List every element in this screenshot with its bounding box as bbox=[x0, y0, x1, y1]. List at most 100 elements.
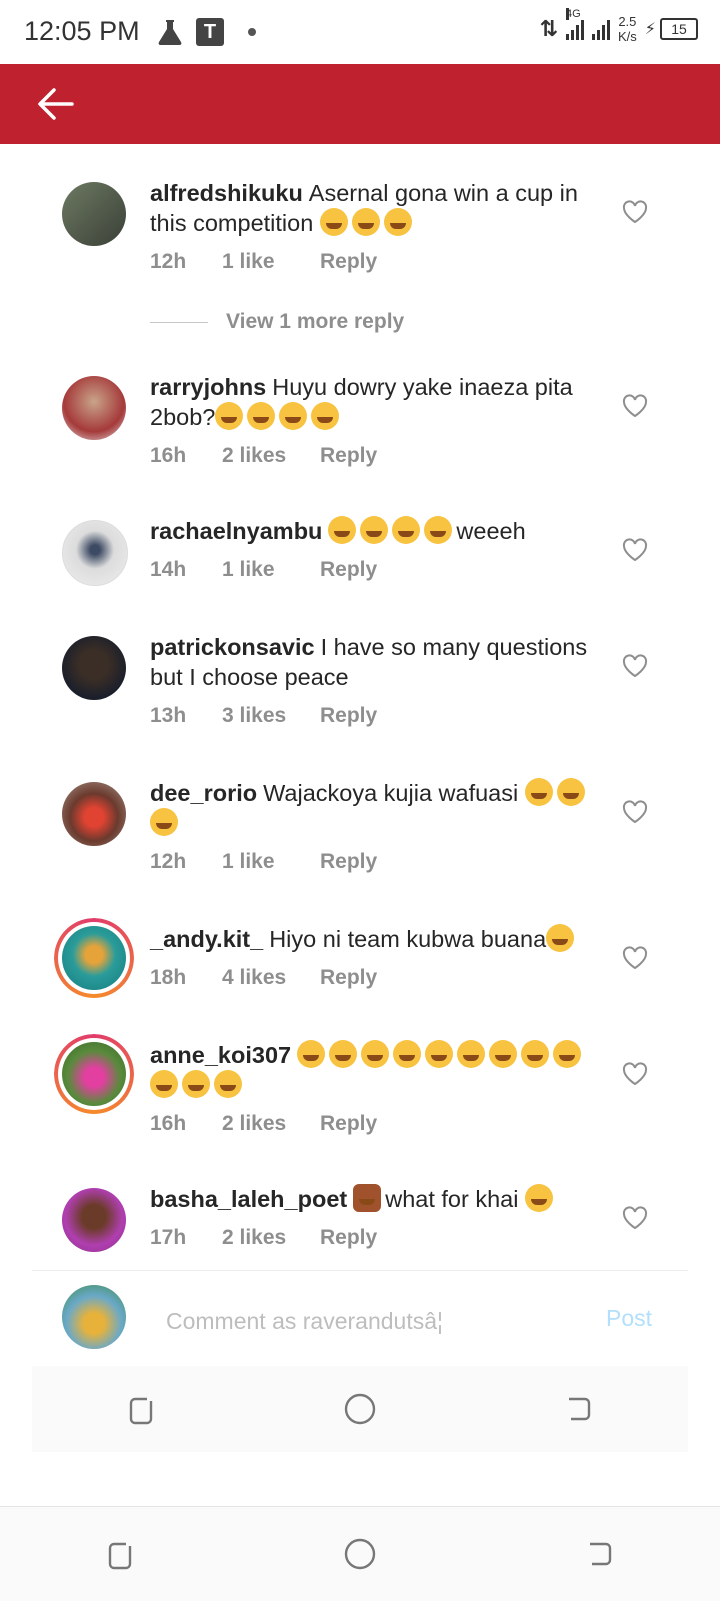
laughing-emoji-icon bbox=[328, 516, 357, 544]
reply-button[interactable]: Reply bbox=[320, 444, 377, 468]
avatar[interactable] bbox=[54, 1034, 134, 1114]
heart-icon[interactable] bbox=[622, 946, 648, 970]
heart-icon[interactable] bbox=[622, 800, 648, 824]
comment-body: _andy.kit_ Hiyo ni team kubwa buana bbox=[150, 924, 600, 954]
laughing-emoji-icon bbox=[351, 208, 380, 236]
reply-button[interactable]: Reply bbox=[320, 1226, 377, 1250]
network-type: 4G bbox=[565, 8, 581, 20]
laughing-emoji-icon bbox=[360, 516, 389, 544]
reply-button[interactable]: Reply bbox=[320, 1112, 377, 1136]
avatar[interactable] bbox=[62, 782, 126, 846]
comment-time: 16h bbox=[150, 1112, 187, 1135]
laughing-emoji-icon bbox=[182, 1070, 210, 1098]
comment-likes[interactable]: 2 likes bbox=[222, 1112, 320, 1136]
person-gesturing-emoji-icon bbox=[353, 1184, 382, 1212]
comment-username[interactable]: dee_rorio bbox=[150, 780, 257, 806]
home-nav-icon[interactable] bbox=[340, 1389, 380, 1429]
comment-likes[interactable]: 4 likes bbox=[222, 966, 320, 990]
heart-icon[interactable] bbox=[622, 1062, 648, 1086]
back-nav-icon[interactable] bbox=[580, 1534, 620, 1574]
heart-icon[interactable] bbox=[622, 654, 648, 678]
comment-likes[interactable]: 1 like bbox=[222, 558, 320, 582]
comment-time: 16h bbox=[150, 444, 187, 467]
comment-likes[interactable]: 3 likes bbox=[222, 704, 320, 728]
comment-meta: 12h 1 like Reply bbox=[150, 850, 377, 874]
comment-input[interactable] bbox=[164, 1303, 568, 1339]
view-more-replies[interactable]: View 1 more reply bbox=[150, 310, 404, 334]
laughing-emoji-icon bbox=[524, 778, 553, 806]
back-nav-icon[interactable] bbox=[559, 1389, 599, 1429]
heart-icon[interactable] bbox=[622, 538, 648, 562]
t-app-icon: T bbox=[196, 18, 224, 46]
heart-icon[interactable] bbox=[622, 1206, 648, 1230]
avatar[interactable] bbox=[62, 182, 126, 246]
avatar[interactable] bbox=[62, 376, 126, 440]
reply-button[interactable]: Reply bbox=[320, 250, 377, 274]
comment-username[interactable]: rarryjohns bbox=[150, 374, 266, 400]
comment-text: what for khai bbox=[385, 1186, 519, 1212]
comment-username[interactable]: patrickonsavic bbox=[150, 634, 315, 660]
comment-meta: 12h 1 like Reply bbox=[150, 250, 377, 274]
reply-button[interactable]: Reply bbox=[320, 704, 377, 728]
avatar[interactable] bbox=[62, 636, 126, 700]
status-bar: 12:05 PM T ⇅ 4G 2.5 K/s ⚡ 15 bbox=[0, 0, 720, 64]
avatar[interactable] bbox=[62, 520, 128, 586]
laughing-emoji-icon bbox=[424, 516, 453, 544]
network-speed: 2.5 K/s bbox=[617, 14, 637, 44]
comment-time: 18h bbox=[150, 966, 187, 989]
reply-button[interactable]: Reply bbox=[320, 966, 377, 990]
comment-composer: Post bbox=[32, 1270, 688, 1367]
comment-text: Hiyo ni team kubwa buana bbox=[269, 926, 547, 952]
laughing-emoji-icon bbox=[297, 1040, 326, 1068]
comment-body: patrickonsavic I have so many questions b… bbox=[150, 632, 600, 692]
heart-icon[interactable] bbox=[622, 200, 648, 224]
laughing-emoji-icon bbox=[489, 1040, 518, 1068]
laughing-emoji-icon bbox=[392, 516, 421, 544]
status-time: 12:05 PM bbox=[24, 16, 140, 46]
laughing-emoji-icon bbox=[556, 778, 585, 806]
home-nav-icon[interactable] bbox=[340, 1534, 380, 1574]
arrow-left-icon[interactable] bbox=[36, 86, 76, 122]
comment-likes[interactable]: 2 likes bbox=[222, 444, 320, 468]
avatar[interactable] bbox=[54, 918, 134, 998]
reply-button[interactable]: Reply bbox=[320, 558, 377, 582]
comment-time: 17h bbox=[150, 1226, 187, 1249]
laughing-emoji-icon bbox=[546, 924, 575, 952]
comment-username[interactable]: basha_laleh_poet bbox=[150, 1186, 347, 1212]
comment-username[interactable]: _andy.kit_ bbox=[150, 926, 263, 952]
signal-icon: 4G bbox=[565, 8, 584, 40]
comment-meta: 16h 2 likes Reply bbox=[150, 1112, 377, 1136]
reply-button[interactable]: Reply bbox=[320, 850, 377, 874]
heart-icon[interactable] bbox=[622, 394, 648, 418]
comment-body: rachaelnyambu weeeh bbox=[150, 516, 600, 546]
flask-icon bbox=[158, 20, 182, 45]
comment-time: 12h bbox=[150, 850, 187, 873]
comment-time: 13h bbox=[150, 704, 187, 727]
comment-body: basha_laleh_poet what for khai bbox=[150, 1184, 600, 1214]
charging-icon: ⚡ bbox=[644, 21, 656, 38]
recents-nav-icon[interactable] bbox=[100, 1534, 140, 1574]
comment-username[interactable]: alfredshikuku bbox=[150, 180, 303, 206]
avatar[interactable] bbox=[62, 1188, 126, 1252]
comment-likes[interactable]: 1 like bbox=[222, 850, 320, 874]
comment-username[interactable]: rachaelnyambu bbox=[150, 518, 322, 544]
inner-navigation-bar bbox=[32, 1366, 688, 1452]
laughing-emoji-icon bbox=[215, 402, 244, 430]
comment-body: dee_rorio Wajackoya kujia wafuasi bbox=[150, 778, 600, 838]
battery-level: 15 bbox=[660, 18, 698, 40]
laughing-emoji-icon bbox=[214, 1070, 242, 1098]
background-strip bbox=[0, 1452, 720, 1504]
comment-likes[interactable]: 2 likes bbox=[222, 1226, 320, 1250]
laughing-emoji-icon bbox=[311, 402, 340, 430]
comment-body: rarryjohns Huyu dowry yake inaeza pita 2b… bbox=[150, 372, 600, 432]
laughing-emoji-icon bbox=[329, 1040, 358, 1068]
signal-2-icon bbox=[591, 18, 610, 40]
comment-time: 14h bbox=[150, 558, 187, 581]
comment-username[interactable]: anne_koi307 bbox=[150, 1042, 291, 1068]
comment-likes[interactable]: 1 like bbox=[222, 250, 320, 274]
emoji-group bbox=[319, 208, 416, 236]
system-navigation-bar bbox=[0, 1506, 720, 1601]
comment-meta: 16h 2 likes Reply bbox=[150, 444, 377, 468]
recents-nav-icon[interactable] bbox=[121, 1389, 161, 1429]
post-button[interactable]: Post bbox=[606, 1305, 652, 1332]
